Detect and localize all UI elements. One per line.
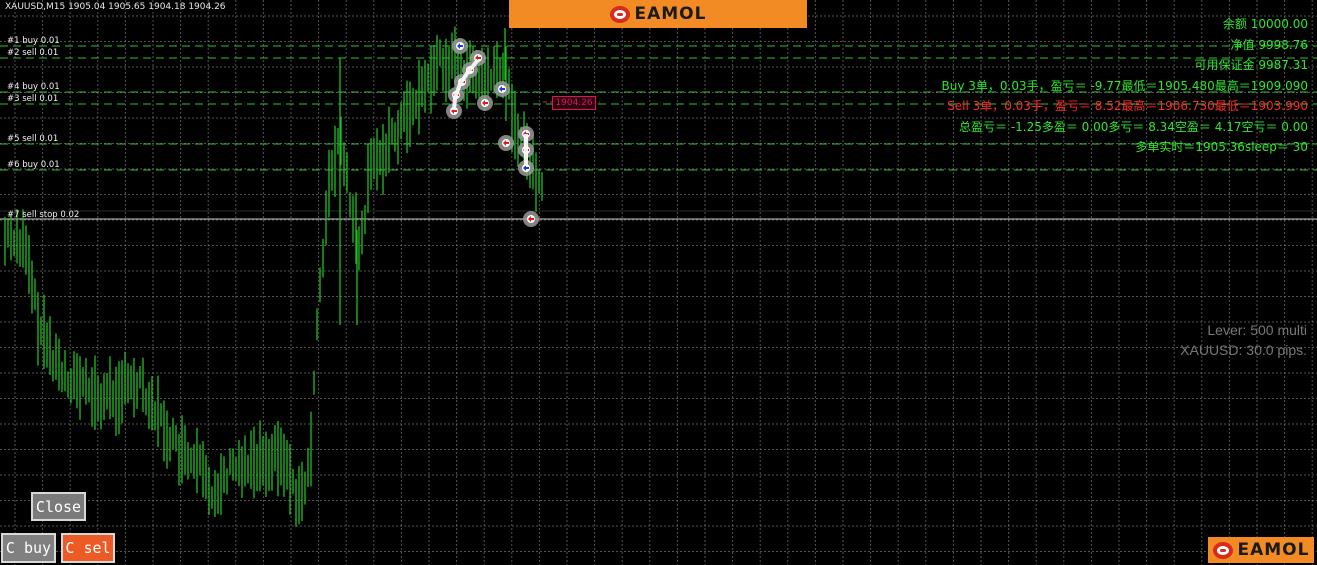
lever-label: Lever: 500 multi [1207, 322, 1307, 338]
info-free-margin: 可用保证金 9987.31 [1194, 58, 1308, 72]
order-label-2: #2 sell 0.01 [7, 48, 59, 58]
info-balance: 余额 10000.00 [1222, 17, 1308, 31]
order-label-5: #5 sell 0.01 [7, 134, 59, 144]
info-total-pl: 总盈亏＝ -1.25多盈＝ 0.00多亏＝ 8.34空盈＝ 4.17空亏＝ 0.… [959, 120, 1308, 134]
symbol-info-label: XAUUSD,M15 1905.04 1905.65 1904.18 1904.… [5, 2, 226, 12]
eamol-logo-icon [1212, 541, 1233, 559]
order-label-3: #3 sell 0.01 [7, 94, 59, 104]
order-label-6: #6 buy 0.01 [7, 160, 60, 170]
banner-logo-text: EAMOL [634, 4, 707, 24]
pips-label: XAUUSD: 30.0 pips. [1180, 342, 1307, 358]
info-buy-realtime: 多单实时＝1905.36sleep＝ 30 [1135, 140, 1308, 154]
eamol-banner: EAMOL [509, 0, 807, 28]
info-equity: 净值 9998.76 [1230, 38, 1308, 52]
close-sell-button[interactable]: C sel [61, 533, 115, 563]
order-label-1: #1 buy 0.01 [7, 36, 60, 46]
eamol-logo-icon [609, 5, 630, 23]
close-buy-button[interactable]: C buy [1, 533, 56, 563]
info-sell-summary: Sell 3单，0.03手，盈亏＝ 8.52最高＝1906.730最低＝1903… [947, 99, 1308, 113]
trading-terminal-chart: XAUUSD,M15 1905.04 1905.65 1904.18 1904.… [0, 0, 1317, 565]
close-button[interactable]: Close [31, 492, 86, 521]
order-label-4: #4 buy 0.01 [7, 82, 60, 92]
current-price-tag: 1904.26 [552, 96, 596, 110]
order-label-7: #7 sell stop 0.02 [7, 210, 80, 220]
corner-logo-text: EAMOL [1237, 540, 1310, 560]
info-buy-summary: Buy 3单，0.03手，盈亏＝ -9.77最低＝1905.480最高＝1909… [941, 79, 1309, 93]
eamol-corner-logo: EAMOL [1208, 537, 1314, 563]
